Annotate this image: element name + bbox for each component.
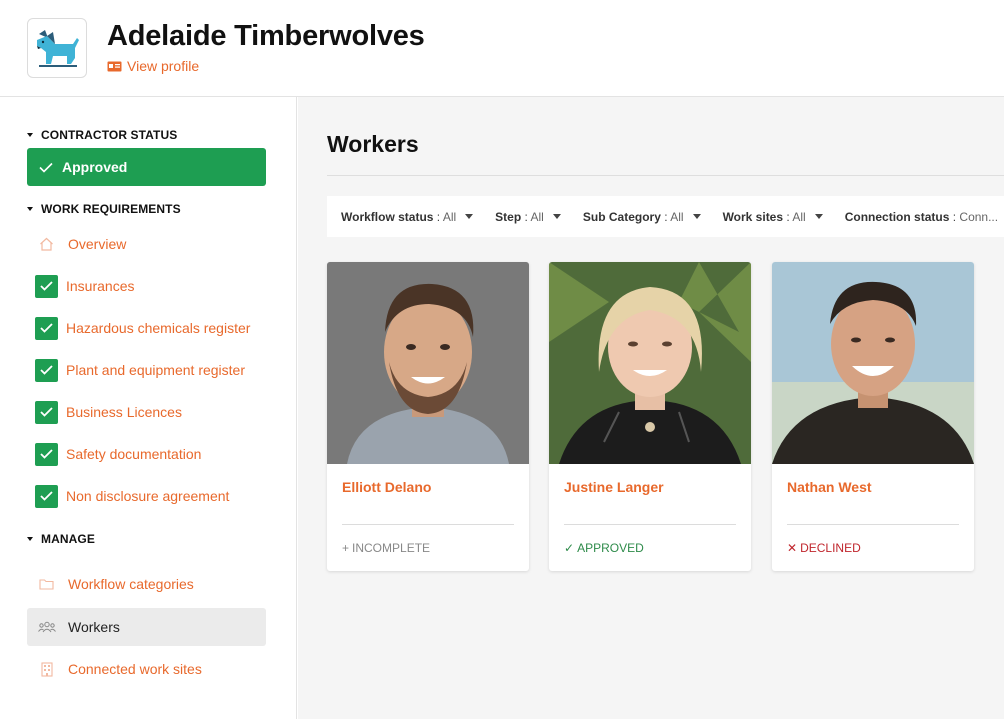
sidebar-item-safety-documentation[interactable]: Safety documentation [27, 435, 266, 473]
check-icon [35, 442, 58, 466]
filter-sub-category[interactable]: Sub Category : All [583, 210, 701, 224]
divider [327, 175, 1004, 176]
check-icon: ✓ [564, 541, 575, 555]
worker-status: INCOMPLETE [352, 541, 431, 555]
worker-photo [549, 262, 751, 464]
filter-connection-status[interactable]: Connection status : Conn... [845, 210, 1004, 224]
worker-photo [327, 262, 529, 464]
sidebar-item-label: Overview [68, 236, 127, 252]
status-badge: ✓ APPROVED [564, 541, 644, 555]
caret-down-icon [465, 214, 474, 219]
filter-work-sites[interactable]: Work sites : All [723, 210, 823, 224]
id-card-icon [107, 61, 122, 71]
filter-label: Sub Category [582, 209, 661, 224]
company-name: Adelaide Timberwolves [107, 20, 425, 52]
sidebar-item-label: Plant and equipment register [66, 362, 245, 378]
page-title: Workers [327, 131, 419, 157]
sidebar-item-connected-work-sites[interactable]: Connected work sites [27, 650, 266, 688]
sidebar-item-label: Insurances [66, 278, 135, 294]
caret-down-icon [27, 537, 33, 541]
filter-value: Conn... [959, 209, 999, 224]
wolf-logo-icon [37, 30, 79, 67]
close-icon: ✕ [787, 541, 798, 555]
plus-icon: + [342, 541, 350, 555]
worker-status: APPROVED [577, 541, 644, 555]
building-icon [37, 660, 56, 679]
filter-label: Workflow status [341, 209, 434, 224]
sidebar-item-plant-and-equipment-register[interactable]: Plant and equipment register [27, 351, 266, 389]
worker-status: DECLINED [800, 541, 861, 555]
sidebar-item-label: Workers [68, 619, 120, 635]
status-badge: ✕ DECLINED [787, 541, 861, 555]
company-logo[interactable] [27, 18, 87, 78]
sidebar-item-label: Connected work sites [68, 661, 202, 677]
work-requirements-toggle[interactable]: WORK REQUIREMENTS [27, 202, 181, 216]
sidebar: CONTRACTOR STATUS Approved WORK REQUIREM… [0, 97, 297, 719]
check-icon [39, 162, 53, 173]
worker-name: Nathan West [787, 479, 872, 495]
filter-value: All [670, 209, 684, 224]
caret-down-icon [27, 133, 33, 137]
filter-value: All [530, 209, 544, 224]
people-icon [37, 618, 56, 637]
home-icon [37, 235, 56, 254]
caret-down-icon [552, 214, 561, 219]
check-icon [35, 358, 58, 382]
caret-down-icon [814, 214, 823, 219]
filter-step[interactable]: Step : All [495, 210, 561, 224]
contractor-status-heading: CONTRACTOR STATUS [41, 128, 178, 142]
sidebar-item-workers[interactable]: Workers [27, 608, 266, 646]
filter-label: Step [495, 209, 522, 224]
sidebar-item-non-disclosure-agreement[interactable]: Non disclosure agreement [27, 477, 266, 515]
sidebar-item-label: Workflow categories [68, 576, 194, 592]
filter-workflow-status[interactable]: Workflow status : All [341, 209, 474, 224]
sidebar-item-label: Safety documentation [66, 446, 202, 462]
check-icon [35, 484, 58, 508]
main-content: Workers Workflow status : All Step : All… [298, 97, 1004, 719]
worker-card[interactable]: Nathan West ✕ DECLINED [772, 262, 974, 571]
worker-card[interactable]: Justine Langer ✓ APPROVED [549, 262, 751, 571]
check-icon [35, 274, 58, 298]
filter-label: Connection status [844, 209, 950, 224]
work-requirements-heading: WORK REQUIREMENTS [41, 202, 181, 216]
manage-toggle[interactable]: MANAGE [27, 532, 95, 546]
divider [564, 524, 736, 525]
sidebar-item-workflow-categories[interactable]: Workflow categories [27, 565, 266, 603]
sidebar-item-insurances[interactable]: Insurances [27, 267, 266, 305]
check-icon [35, 316, 58, 340]
caret-down-icon [692, 214, 701, 219]
filter-bar: Workflow status : All Step : All Sub Cat… [327, 196, 1004, 237]
worker-photo [772, 262, 974, 464]
check-icon [35, 400, 58, 424]
filter-value: All [792, 209, 806, 224]
view-profile-link[interactable]: View profile [107, 58, 199, 74]
sidebar-item-business-licences[interactable]: Business Licences [27, 393, 266, 431]
filter-label: Work sites [722, 209, 784, 224]
folder-icon [37, 575, 56, 594]
caret-down-icon [27, 207, 33, 211]
sidebar-item-label: Business Licences [66, 404, 182, 420]
divider [787, 524, 959, 525]
manage-heading: MANAGE [41, 532, 95, 546]
contractor-status-badge: Approved [27, 148, 266, 186]
sidebar-item-hazardous-chemicals-register[interactable]: Hazardous chemicals register [27, 309, 266, 347]
worker-name: Justine Langer [564, 479, 664, 495]
contractor-status-toggle[interactable]: CONTRACTOR STATUS [27, 128, 177, 142]
top-header: Adelaide Timberwolves View profile [0, 0, 1004, 97]
worker-name: Elliott Delano [342, 479, 432, 495]
worker-card[interactable]: Elliott Delano + INCOMPLETE [327, 262, 529, 571]
sidebar-item-overview[interactable]: Overview [27, 225, 266, 263]
divider [342, 524, 514, 525]
filter-value: All [442, 209, 457, 224]
sidebar-item-label: Hazardous chemicals register [66, 320, 251, 336]
contractor-status-label: Approved [62, 159, 128, 175]
status-badge: + INCOMPLETE [342, 541, 430, 555]
sidebar-item-label: Non disclosure agreement [66, 488, 230, 504]
view-profile-label: View profile [127, 58, 200, 74]
